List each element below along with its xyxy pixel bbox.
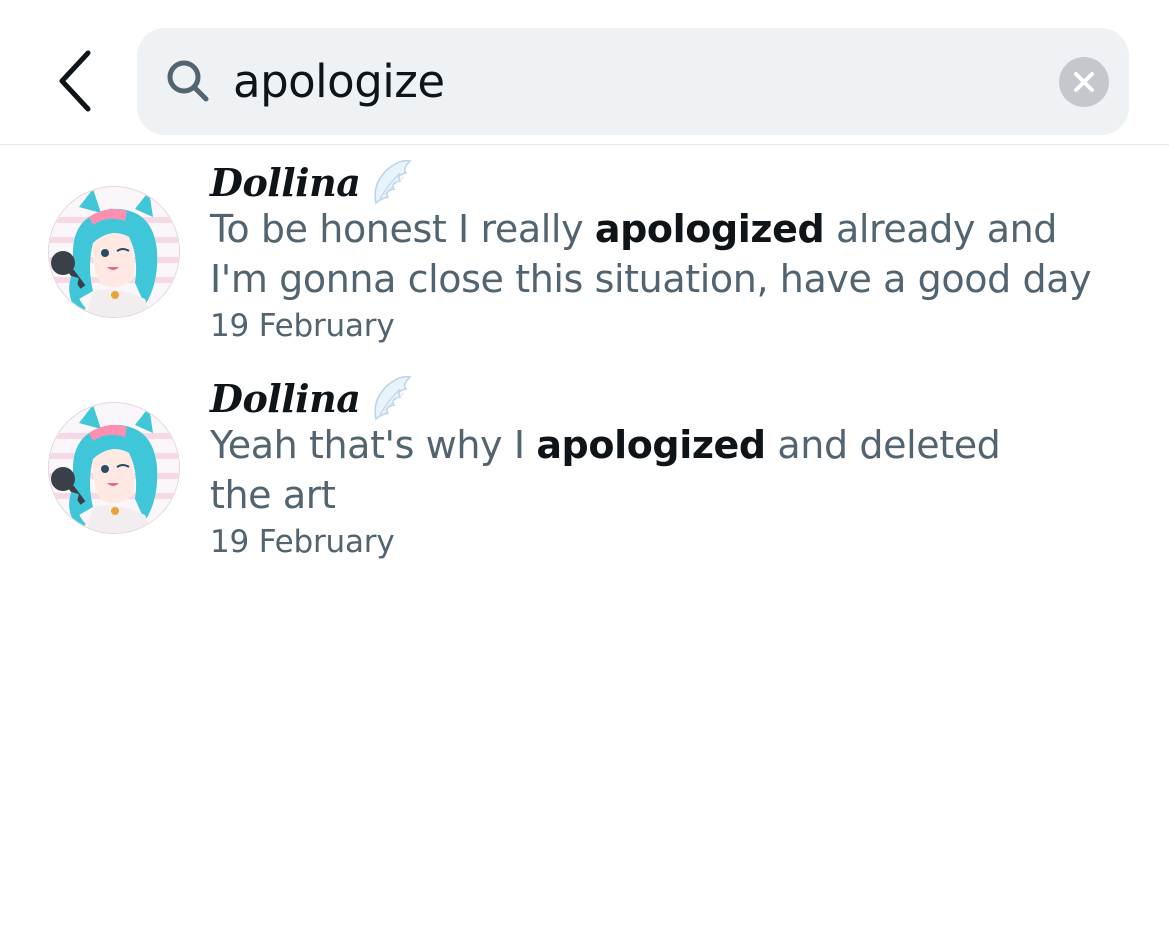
wing-icon [374,375,412,420]
back-button[interactable] [40,40,112,122]
wing-icon [374,159,412,204]
search-bar[interactable] [137,28,1129,135]
name-row: Dollina [210,370,412,426]
clear-icon [1074,72,1094,92]
search-result[interactable]: Dollina To be honest I really apologized… [0,150,1169,360]
avatar[interactable] [48,402,180,534]
search-result[interactable]: Dollina Yeah that's why I apologized and… [0,366,1169,576]
avatar[interactable] [48,186,180,318]
message-text: To be honest I really apologized already… [210,207,1092,301]
name-row: Dollina [210,154,412,210]
display-name: Dollina [210,159,361,205]
search-highlight: apologized [536,423,766,467]
search-header [0,0,1169,145]
chevron-left-icon [59,50,91,112]
search-highlight: apologized [594,207,825,251]
display-name: Dollina [210,375,361,421]
message-date: 19 February [210,524,395,560]
message-text: Yeah that's why I apologized and deleted… [210,423,1001,517]
search-input[interactable] [233,48,1033,114]
search-icon [167,60,209,102]
clear-search-button[interactable] [1059,57,1109,107]
message-date: 19 February [210,308,395,344]
